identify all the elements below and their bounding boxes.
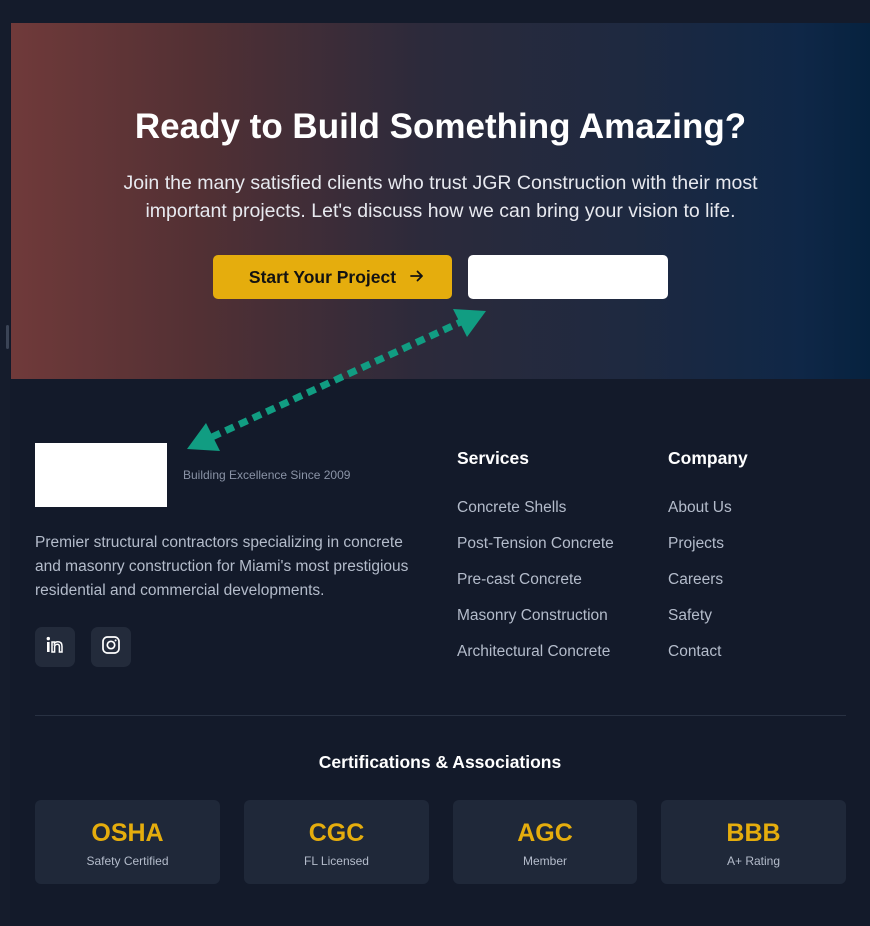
company-heading: Company: [668, 448, 748, 468]
arrow-right-icon: [410, 267, 424, 288]
company-link-careers[interactable]: Careers: [668, 568, 732, 604]
instagram-icon: [101, 635, 121, 660]
cert-name: BBB: [726, 819, 781, 847]
cert-name: AGC: [517, 819, 573, 847]
services-list: Concrete Shells Post-Tension Concrete Pr…: [457, 496, 614, 676]
services-link-post-tension[interactable]: Post-Tension Concrete: [457, 532, 614, 568]
cta-hero: Ready to Build Something Amazing? Join t…: [11, 23, 870, 379]
hero-title: Ready to Build Something Amazing?: [134, 107, 747, 146]
company-logo[interactable]: [35, 443, 167, 507]
cert-card-osha: OSHA Safety Certified: [35, 800, 220, 884]
cert-name: CGC: [308, 819, 365, 847]
resize-handle[interactable]: [6, 325, 9, 349]
cert-label: Safety Certified: [86, 854, 169, 868]
cert-label: Member: [522, 854, 567, 868]
services-link-pre-cast[interactable]: Pre-cast Concrete: [457, 568, 614, 604]
services-link-architectural[interactable]: Architectural Concrete: [457, 640, 614, 676]
footer-divider: [35, 715, 846, 716]
cert-card-bbb: BBB A+ Rating: [661, 800, 846, 884]
company-list: About Us Projects Careers Safety Contact: [668, 496, 732, 676]
services-link-masonry[interactable]: Masonry Construction: [457, 604, 614, 640]
cert-name: OSHA: [91, 819, 164, 847]
start-project-label: Start Your Project: [248, 266, 397, 287]
services-link-concrete-shells[interactable]: Concrete Shells: [457, 496, 614, 532]
company-link-about[interactable]: About Us: [668, 496, 732, 532]
linkedin-icon: [45, 635, 65, 660]
top-strip: [0, 0, 870, 23]
cert-card-agc: AGC Member: [453, 800, 637, 884]
certifications-title: Certifications & Associations: [318, 752, 562, 772]
left-edge: [0, 0, 10, 926]
company-link-safety[interactable]: Safety: [668, 604, 732, 640]
description-line: residential and commercial developments.: [35, 582, 325, 599]
arrow-head-bottom: [187, 423, 220, 451]
cert-label: A+ Rating: [726, 854, 781, 868]
linkedin-button[interactable]: [35, 627, 75, 667]
company-description: Premier structural contractors specializ…: [35, 531, 435, 603]
cert-label: FL Licensed: [304, 854, 369, 868]
hero-subtitle: Join the many satisfied clients who trus…: [101, 169, 780, 225]
services-heading: Services: [457, 448, 530, 468]
company-link-contact[interactable]: Contact: [668, 640, 732, 676]
hero-subtitle-line: important projects. Let's discuss how we…: [145, 200, 736, 222]
secondary-cta-button[interactable]: [468, 255, 668, 299]
company-tagline: Building Excellence Since 2009: [183, 468, 351, 482]
instagram-button[interactable]: [91, 627, 131, 667]
description-line: and masonry construction for Miami's mos…: [35, 558, 409, 575]
company-link-projects[interactable]: Projects: [668, 532, 732, 568]
start-project-button[interactable]: Start Your Project: [213, 255, 452, 299]
hero-subtitle-line: Join the many satisfied clients who trus…: [123, 172, 758, 194]
description-line: Premier structural contractors specializ…: [35, 534, 403, 551]
cert-card-cgc: CGC FL Licensed: [244, 800, 429, 884]
